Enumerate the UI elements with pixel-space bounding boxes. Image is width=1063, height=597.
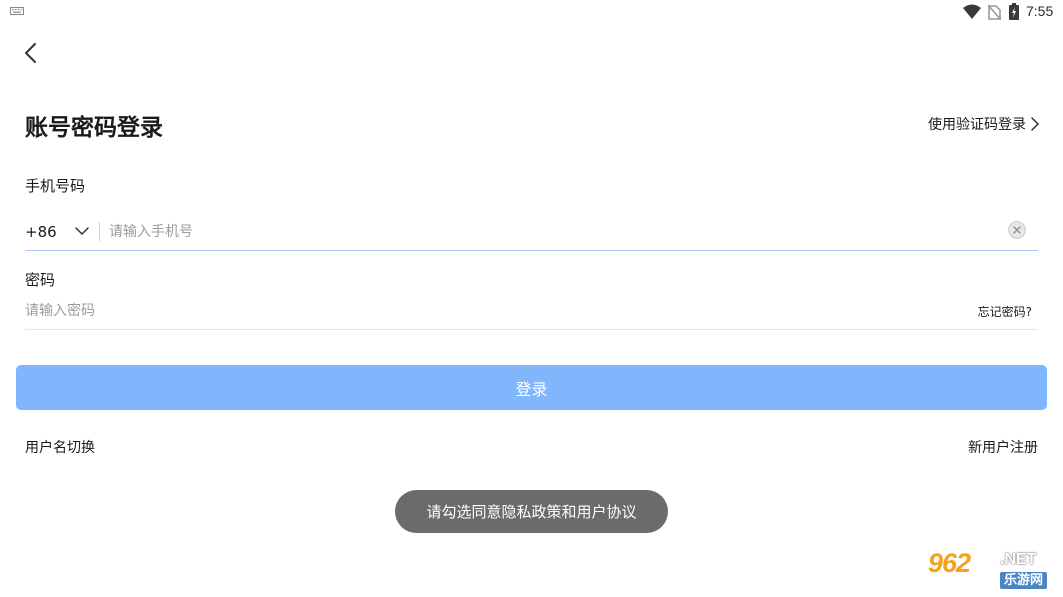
country-code-selector[interactable]: +86 bbox=[25, 223, 57, 241]
username-switch-link[interactable]: 用户名切换 bbox=[25, 437, 95, 457]
phone-input[interactable] bbox=[109, 218, 989, 246]
toast-message: 请勾选同意隐私政策和用户协议 bbox=[395, 490, 668, 533]
watermark-number: 962 bbox=[928, 548, 971, 578]
page-title: 账号密码登录 bbox=[25, 115, 163, 141]
password-label: 密码 bbox=[25, 271, 56, 289]
sms-login-link[interactable]: 使用验证码登录 bbox=[928, 114, 1039, 134]
watermark-logo: 962 .NET 乐游网 bbox=[922, 548, 1058, 592]
keyboard-icon bbox=[10, 7, 24, 15]
battery-charging-icon bbox=[1009, 3, 1019, 20]
no-sim-icon bbox=[988, 4, 1001, 20]
phone-field-row: +86 bbox=[25, 212, 1038, 251]
phone-label: 手机号码 bbox=[25, 177, 86, 195]
forgot-password-link[interactable]: 忘记密码? bbox=[978, 303, 1032, 320]
status-bar: 7:55 bbox=[0, 0, 1063, 24]
sms-login-label: 使用验证码登录 bbox=[928, 117, 1026, 133]
chevron-down-icon[interactable] bbox=[75, 226, 89, 236]
wifi-icon bbox=[963, 4, 981, 19]
phone-divider bbox=[99, 222, 100, 241]
password-field-row: 忘记密码? bbox=[25, 293, 1038, 330]
login-button[interactable]: 登录 bbox=[16, 365, 1047, 410]
register-link[interactable]: 新用户注册 bbox=[968, 437, 1038, 457]
clock: 7:55 bbox=[1026, 3, 1054, 19]
password-input[interactable] bbox=[25, 298, 925, 324]
back-chevron-icon[interactable] bbox=[18, 38, 46, 68]
chevron-right-icon bbox=[1031, 117, 1039, 131]
clear-input-icon[interactable] bbox=[1007, 220, 1027, 240]
watermark-suffix: .NET bbox=[1000, 551, 1037, 568]
watermark-site: 乐游网 bbox=[1000, 572, 1048, 589]
